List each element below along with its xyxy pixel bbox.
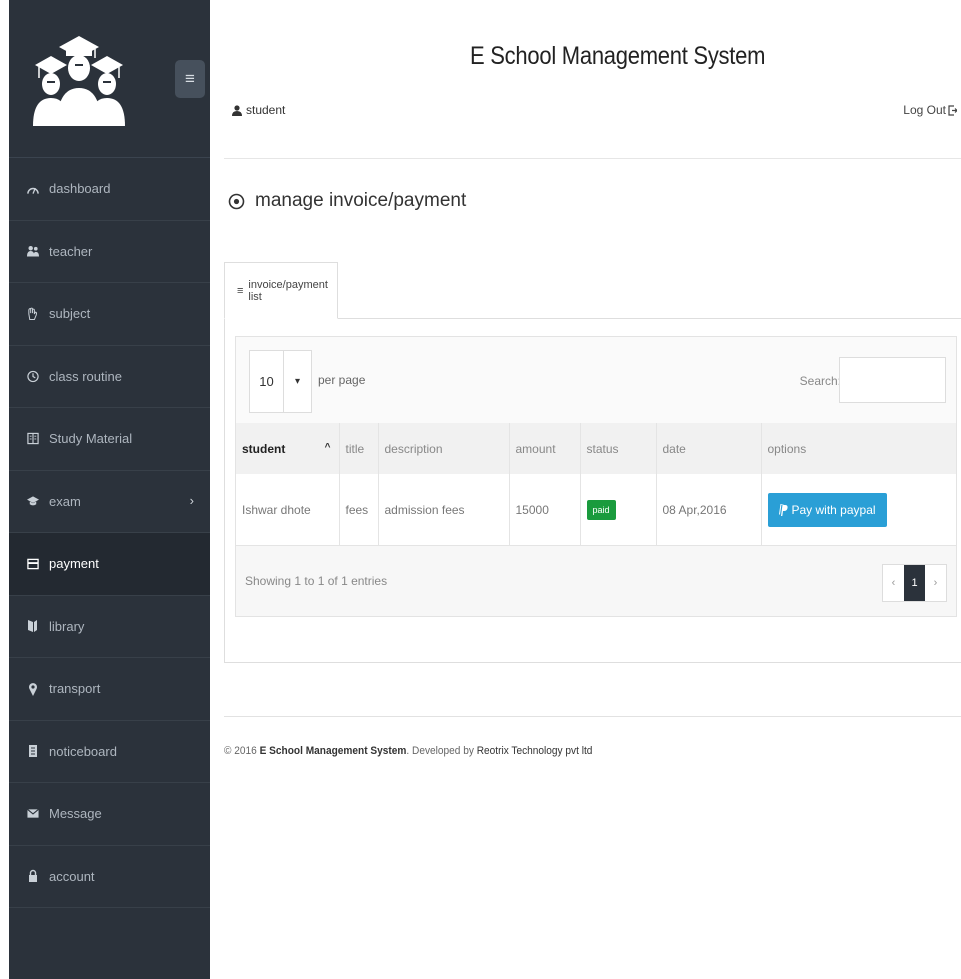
column-header-student[interactable]: student ^ (236, 423, 340, 474)
column-header-title[interactable]: title (339, 423, 379, 474)
per-page-label: per page (318, 373, 366, 387)
pagination-page-1[interactable]: 1 (904, 565, 925, 601)
sidebar-item-message[interactable]: Message (9, 783, 210, 846)
invoice-table: student ^ title description amount statu… (236, 423, 956, 548)
pagination-prev-button[interactable]: ‹ (883, 565, 904, 601)
status-badge: paid (586, 500, 616, 521)
sidebar-item-class-routine[interactable]: class routine (9, 346, 210, 408)
current-user[interactable]: student (232, 103, 285, 117)
logout-icon (948, 104, 957, 116)
lock-icon (27, 869, 39, 883)
chevron-right-icon: › (189, 492, 194, 508)
user-icon (232, 104, 242, 116)
graduation-icon (27, 494, 39, 508)
cell-options: Pay with paypal (761, 474, 956, 548)
circle-dot-icon (228, 193, 245, 209)
sidebar-item-teacher[interactable]: teacher (9, 221, 210, 283)
card-icon (27, 557, 39, 571)
cell-student: Ishwar dhote (236, 474, 340, 548)
library-icon (27, 619, 39, 633)
sidebar-item-label: noticeboard (49, 743, 117, 759)
paypal-icon (778, 504, 788, 517)
notice-icon (27, 744, 39, 758)
page-title: manage invoice/payment (228, 190, 466, 212)
logo-area: ≡ (9, 0, 210, 158)
sidebar-item-label: Message (49, 806, 102, 822)
sidebar-item-label: account (49, 868, 95, 884)
graduates-logo-icon (33, 36, 125, 126)
menu-toggle-button[interactable]: ≡ (175, 60, 205, 98)
copyright-text: © 2016 (224, 745, 257, 757)
footer-system-name: E School Management System (259, 745, 407, 757)
sidebar-item-study-material[interactable]: Study Material (9, 408, 210, 471)
pagination-next-button[interactable]: › (925, 565, 946, 601)
map-pin-icon (27, 682, 39, 696)
sidebar-item-account[interactable]: account (9, 846, 210, 908)
sidebar-item-library[interactable]: library (9, 596, 210, 658)
pagination: ‹ 1 › (882, 564, 947, 602)
sidebar-item-dashboard[interactable]: dashboard (9, 158, 210, 221)
sidebar-item-label: exam (49, 493, 81, 509)
sidebar-item-label: transport (49, 681, 101, 697)
sidebar-item-subject[interactable]: subject (9, 283, 210, 346)
column-header-status[interactable]: status (580, 423, 657, 474)
logout-button[interactable]: Log Out (903, 103, 957, 117)
cell-title: fees (339, 474, 379, 548)
hamburger-icon: ≡ (185, 69, 195, 88)
search-input[interactable] (839, 357, 946, 403)
cell-date: 08 Apr,2016 (656, 474, 762, 548)
tab-label: invoice/payment list (248, 278, 328, 303)
developer-link[interactable]: Reotrix Technology pvt ltd (477, 745, 593, 757)
cell-status: paid (580, 474, 657, 548)
app-title: E School Management System (470, 42, 766, 70)
sidebar-item-label: library (49, 618, 85, 634)
sidebar-item-label: subject (49, 306, 91, 322)
header-divider (224, 158, 961, 159)
table-row: Ishwar dhote fees admission fees 15000 p… (236, 474, 956, 548)
username: student (246, 103, 286, 117)
tab-invoice-payment-list[interactable]: ≡ invoice/payment list (224, 262, 338, 319)
hand-icon (27, 307, 39, 321)
footer-developed-by: . Developed by (406, 745, 474, 757)
sidebar-item-transport[interactable]: transport (9, 658, 210, 721)
column-header-description[interactable]: description (378, 423, 510, 474)
clock-icon (27, 369, 39, 383)
search-label: Search: (799, 374, 841, 388)
sidebar-item-label: Study Material (49, 431, 133, 447)
envelope-icon (27, 807, 39, 821)
per-page-select[interactable]: 10 ▾ (249, 350, 312, 413)
data-table-wrapper: 10 ▾ per page Search: student ^ title de… (235, 336, 957, 617)
cell-description: admission fees (378, 474, 510, 548)
footer: © 2016 E School Management System. Devel… (224, 745, 592, 757)
pay-with-paypal-button[interactable]: Pay with paypal (767, 493, 887, 528)
sidebar-menu: dashboard teacher subject class routine … (9, 158, 210, 908)
sidebar-item-label: class routine (49, 368, 122, 384)
sort-asc-icon: ^ (324, 441, 331, 453)
sidebar-item-label: dashboard (49, 181, 111, 197)
page-title-text: manage invoice/payment (255, 190, 467, 211)
table-header-row: student ^ title description amount statu… (236, 423, 956, 474)
sidebar-item-label: payment (49, 556, 99, 572)
logout-label: Log Out (903, 103, 946, 117)
entries-info: Showing 1 to 1 of 1 entries (245, 574, 388, 588)
sidebar-item-noticeboard[interactable]: noticeboard (9, 721, 210, 783)
table-footer: Showing 1 to 1 of 1 entries ‹ 1 › (236, 545, 956, 616)
sidebar-item-label: teacher (49, 243, 93, 259)
per-page-value: 10 (259, 374, 274, 389)
cell-amount: 15000 (509, 474, 581, 548)
column-header-date[interactable]: date (656, 423, 762, 474)
chevron-down-icon: ▾ (282, 351, 311, 412)
sidebar: ≡ dashboard teacher subject class routin… (9, 0, 210, 979)
footer-divider (224, 716, 961, 717)
sidebar-item-payment[interactable]: payment (9, 533, 210, 596)
sidebar-item-exam[interactable]: exam › (9, 471, 210, 533)
column-header-options[interactable]: options (761, 423, 956, 474)
column-header-amount[interactable]: amount (509, 423, 581, 474)
list-icon: ≡ (237, 284, 244, 297)
users-icon (27, 244, 39, 258)
dashboard-icon (27, 182, 39, 196)
book-icon (27, 432, 39, 446)
pay-button-label: Pay with paypal (791, 503, 876, 518)
table-controls: 10 ▾ per page Search: (236, 337, 956, 423)
